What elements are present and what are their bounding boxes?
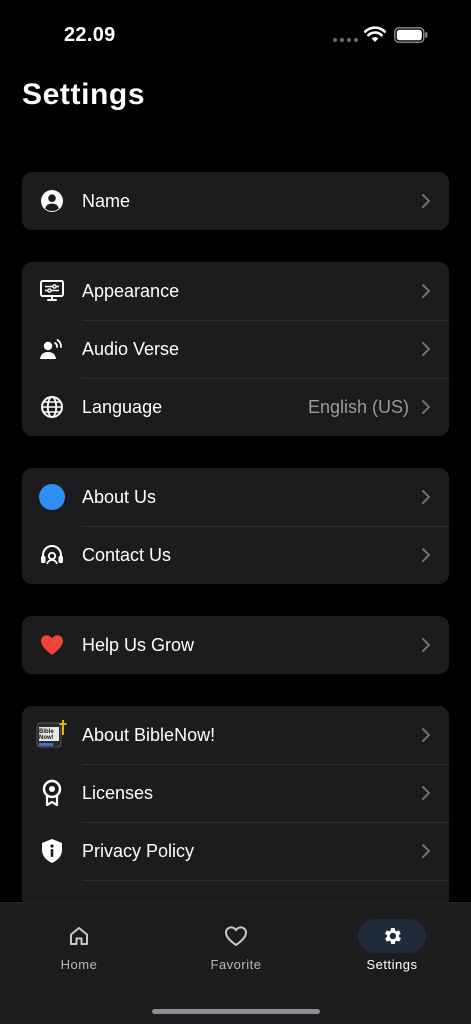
chevron-right-icon bbox=[422, 194, 430, 208]
settings-row-privacy-policy[interactable]: Privacy Policy bbox=[22, 822, 449, 880]
status-time: 22.09 bbox=[64, 24, 116, 46]
settings-group-profile: Name bbox=[22, 172, 449, 230]
settings-group-support: Help Us Grow bbox=[22, 616, 449, 674]
blue-circle-icon bbox=[38, 483, 66, 511]
chevron-right-icon bbox=[422, 728, 430, 742]
chevron-right-icon bbox=[422, 786, 430, 800]
heart-icon bbox=[38, 631, 66, 659]
row-label-licenses: Licenses bbox=[82, 782, 154, 803]
award-ribbon-icon bbox=[38, 779, 66, 807]
status-bar: 22.09 bbox=[0, 0, 471, 70]
tab-settings[interactable]: Settings bbox=[332, 903, 452, 993]
battery-icon bbox=[394, 27, 428, 43]
settings-row-contact-us[interactable]: Contact Us bbox=[22, 526, 449, 584]
settings-row-licenses[interactable]: Licenses bbox=[22, 764, 449, 822]
wifi-icon bbox=[364, 26, 386, 42]
biblenow-logo-icon: Bible Now! bbox=[36, 719, 70, 751]
tab-favorite-label: Favorite bbox=[210, 957, 262, 972]
chevron-right-icon bbox=[422, 284, 430, 298]
home-indicator bbox=[152, 1009, 320, 1014]
row-label-about-us: About Us bbox=[82, 486, 157, 507]
settings-row-appearance[interactable]: Appearance bbox=[22, 262, 449, 320]
settings-row-language[interactable]: Language English (US) bbox=[22, 378, 449, 436]
chevron-right-icon bbox=[422, 844, 430, 858]
tab-home[interactable]: Home bbox=[19, 903, 139, 993]
tab-favorite[interactable]: Favorite bbox=[176, 903, 296, 993]
heart-outline-icon bbox=[202, 919, 270, 953]
biblenow-logo-text: Bible Now! bbox=[39, 729, 54, 741]
gear-icon bbox=[358, 919, 426, 953]
settings-row-audio-verse[interactable]: Audio Verse bbox=[22, 320, 449, 378]
row-label-language: Language bbox=[82, 396, 163, 417]
row-label-contact-us: Contact Us bbox=[82, 544, 172, 565]
settings-group-preferences: Appearance Audio Verse Language English … bbox=[22, 262, 449, 436]
chevron-right-icon bbox=[422, 342, 430, 356]
headset-icon bbox=[38, 541, 66, 569]
row-label-privacy-policy: Privacy Policy bbox=[82, 840, 195, 861]
row-label-audio-verse: Audio Verse bbox=[82, 338, 180, 359]
chevron-right-icon bbox=[422, 490, 430, 504]
settings-row-partial[interactable] bbox=[22, 880, 449, 902]
settings-group-about: About Us Contact Us bbox=[22, 468, 449, 584]
settings-group-app: Bible Now! About BibleNow! Licenses Priv… bbox=[22, 706, 449, 902]
settings-row-help-us-grow[interactable]: Help Us Grow bbox=[22, 616, 449, 674]
cellular-signal-icon bbox=[333, 38, 358, 42]
settings-row-about-biblenow[interactable]: Bible Now! About BibleNow! bbox=[22, 706, 449, 764]
shield-info-icon bbox=[38, 837, 66, 865]
page-title: Settings bbox=[22, 78, 146, 111]
language-value: English (US) bbox=[307, 396, 409, 417]
settings-row-about-us[interactable]: About Us bbox=[22, 468, 449, 526]
person-circle-icon bbox=[38, 187, 66, 215]
tab-home-label: Home bbox=[60, 957, 98, 972]
bottom-tab-bar: Home Favorite Settings bbox=[0, 902, 471, 1024]
home-icon bbox=[45, 919, 113, 953]
row-label-about-biblenow: About BibleNow! bbox=[82, 724, 216, 745]
voice-person-icon bbox=[38, 335, 66, 363]
chevron-right-icon bbox=[422, 400, 430, 414]
settings-row-name[interactable]: Name bbox=[22, 172, 449, 230]
globe-icon bbox=[38, 393, 66, 421]
monitor-settings-icon bbox=[38, 277, 66, 305]
row-label-help-us-grow: Help Us Grow bbox=[82, 634, 195, 655]
row-label-name: Name bbox=[82, 190, 131, 211]
row-label-appearance: Appearance bbox=[82, 280, 180, 301]
tab-settings-label: Settings bbox=[366, 957, 418, 972]
chevron-right-icon bbox=[422, 638, 430, 652]
settings-screen: 22.09 Settings Name Appearance Audio Ver… bbox=[0, 0, 471, 1024]
chevron-right-icon bbox=[422, 548, 430, 562]
